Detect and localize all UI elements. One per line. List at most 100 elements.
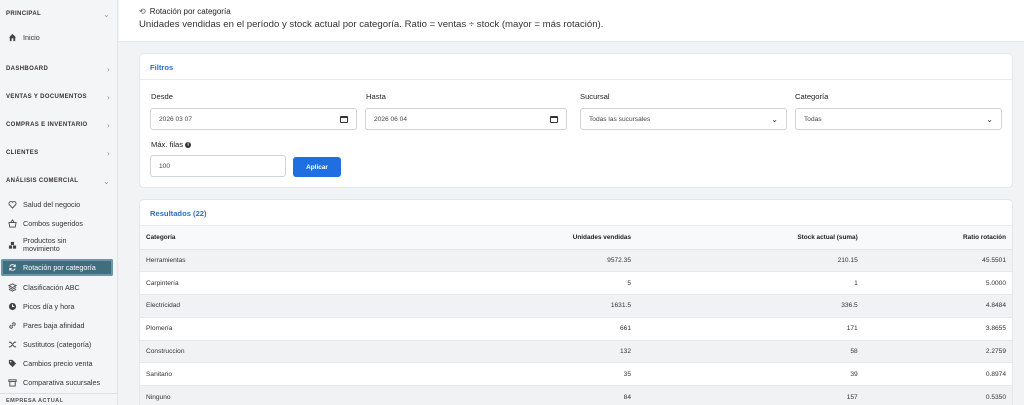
sidebar-section-principal[interactable]: PRINCIPAL ⌄	[0, 0, 117, 28]
section-label: DASHBOARD	[6, 66, 49, 72]
table-cell: 1	[637, 271, 864, 296]
table-cell: 210.15	[637, 249, 864, 273]
basket-icon	[7, 219, 17, 229]
hasta-value: 2026 06 04	[374, 115, 408, 123]
section-label: VENTAS Y DOCUMENTOS	[6, 94, 87, 100]
chevron-down-icon: ⌄	[986, 114, 993, 124]
max-filas-label: Máx. filas i	[151, 140, 192, 149]
section-label: CLIENTES	[6, 150, 39, 156]
clock-icon	[7, 302, 17, 312]
sidebar-item-label: Productos sin movimiento	[23, 236, 67, 253]
section-label: COMPRAS E INVENTARIO	[6, 122, 88, 128]
column-header[interactable]: Stock actual (suma)	[637, 226, 864, 250]
table-cell: 0.5350	[863, 385, 1012, 405]
column-header[interactable]: Ratio rotación	[863, 226, 1012, 250]
sidebar-section-clientes[interactable]: CLIENTES ›	[0, 139, 117, 167]
store-icon	[7, 378, 17, 388]
info-icon[interactable]: i	[185, 142, 192, 148]
sidebar-section-analisis[interactable]: ANÁLISIS COMERCIAL ⌄	[0, 167, 117, 195]
chevron-down-icon: ⌄	[771, 114, 778, 124]
sidebar-item-cambios-precio[interactable]: Cambios precio venta	[0, 354, 117, 373]
sidebar-section-dashboard[interactable]: DASHBOARD ›	[0, 55, 117, 83]
sidebar-section-compras[interactable]: COMPRAS E INVENTARIO ›	[0, 111, 117, 139]
filters-title: Filtros	[140, 54, 1012, 80]
sidebar-footer: EMPRESA ACTUAL	[0, 393, 117, 405]
calendar-icon[interactable]	[550, 115, 558, 123]
table-cell: 336.5	[637, 294, 864, 318]
results-card: Resultados (22) Categoría Unidades vendi…	[140, 200, 1012, 405]
max-filas-value: 100	[159, 162, 171, 170]
sidebar-item-label: Rotación por categoría	[23, 263, 96, 272]
desde-value: 2026 03 07	[159, 115, 193, 123]
categoria-select[interactable]: Todas ⌄	[795, 108, 1002, 130]
page-title: Rotación por categoría	[149, 7, 231, 16]
table-row: Sanitario 35 39 0.8974	[140, 362, 1012, 387]
table-cell: 171	[637, 317, 864, 341]
sidebar-item-label: Picos día y hora	[23, 302, 75, 311]
chevron-down-icon: ⌄	[102, 9, 110, 19]
page-header: ⟲ Rotación por categoría Unidades vendid…	[119, 0, 1024, 42]
boxes-icon	[7, 240, 17, 250]
apply-button[interactable]: Aplicar	[293, 157, 341, 177]
sidebar-section-ventas[interactable]: VENTAS Y DOCUMENTOS ›	[0, 83, 117, 111]
chevron-right-icon: ›	[106, 92, 110, 102]
sidebar-item-salud[interactable]: Salud del negocio	[0, 195, 117, 214]
categoria-label: Categoría	[795, 92, 829, 101]
table-cell: Electricidad	[140, 294, 446, 318]
max-filas-text: Máx. filas	[151, 140, 184, 149]
table-cell: 1631.5	[445, 294, 638, 318]
section-label: PRINCIPAL	[6, 11, 42, 17]
chevron-right-icon: ›	[106, 64, 110, 74]
tag-icon	[7, 359, 17, 369]
refresh-icon	[7, 263, 17, 273]
sidebar-item-label: Sustitutos (categoría)	[23, 340, 92, 349]
table-cell: 84	[445, 385, 638, 405]
layers-icon	[7, 283, 17, 293]
chevron-right-icon: ›	[106, 148, 110, 158]
heart-icon	[7, 200, 17, 210]
sidebar-item-productos-sin-movimiento[interactable]: Productos sin movimiento	[0, 233, 117, 257]
sidebar-item-combos[interactable]: Combos sugeridos	[0, 214, 117, 233]
table-cell: 39	[637, 362, 864, 387]
chevron-down-icon: ⌄	[102, 176, 110, 186]
table-row: Carpintería 5 1 5.0000	[140, 271, 1012, 296]
table-row: Construccion 132 58 2.2759	[140, 340, 1012, 364]
table-cell: 35	[445, 362, 638, 387]
results-title: Resultados (22)	[140, 200, 1012, 226]
filters-card: Filtros Desde 2026 03 07 Hasta 2026 06 0…	[140, 54, 1012, 187]
table-cell: 4.8484	[863, 294, 1012, 318]
link-icon	[7, 321, 17, 331]
max-filas-input[interactable]: 100	[150, 155, 286, 177]
column-header[interactable]: Categoría	[140, 226, 446, 250]
sidebar-item-label: Cambios precio venta	[23, 359, 93, 368]
sidebar-item-comparativa[interactable]: Comparativa sucursales	[0, 373, 117, 392]
table-cell: 0.8974	[863, 362, 1012, 387]
sidebar-item-sustitutos[interactable]: Sustitutos (categoría)	[0, 335, 117, 354]
sidebar-item-abc[interactable]: Clasificación ABC	[0, 278, 117, 297]
sidebar-item-picos[interactable]: Picos día y hora	[0, 297, 117, 316]
table-cell: Plomería	[140, 317, 446, 341]
sucursal-label: Sucursal	[580, 92, 610, 101]
chevron-right-icon: ›	[106, 120, 110, 130]
sucursal-select[interactable]: Todas las sucursales ⌄	[580, 108, 787, 130]
page-subtitle: Unidades vendidas en el período y stock …	[139, 19, 604, 30]
table-row: Herramientas 9572.35 210.15 45.5501	[140, 249, 1012, 273]
table-cell: 157	[637, 385, 864, 405]
table-cell: 45.5501	[863, 249, 1012, 273]
table-cell: 2.2759	[863, 340, 1012, 364]
sidebar-item-inicio[interactable]: Inicio	[0, 28, 117, 47]
hasta-date-input[interactable]: 2026 06 04	[365, 108, 567, 130]
desde-date-input[interactable]: 2026 03 07	[150, 108, 357, 130]
sidebar: PRINCIPAL ⌄ Inicio DASHBOARD › VENTAS Y …	[0, 0, 118, 405]
calendar-icon[interactable]	[340, 115, 348, 123]
sidebar-item-rotacion[interactable]: Rotación por categoría	[1, 259, 113, 276]
table-cell: Herramientas	[140, 249, 446, 273]
sidebar-item-label: Combos sugeridos	[23, 219, 83, 228]
table-row: Plomería 661 171 3.8655	[140, 317, 1012, 341]
home-icon	[7, 33, 17, 43]
sucursal-value: Todas las sucursales	[589, 115, 651, 123]
sidebar-item-pares[interactable]: Pares baja afinidad	[0, 316, 117, 335]
sidebar-item-label: Clasificación ABC	[23, 283, 80, 292]
column-header[interactable]: Unidades vendidas	[445, 226, 638, 250]
table-cell: 132	[445, 340, 638, 364]
